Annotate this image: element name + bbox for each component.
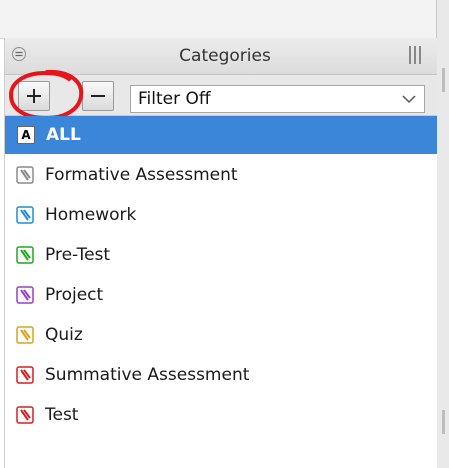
filter-value: Filter Off bbox=[138, 89, 211, 109]
list-item-label: Quiz bbox=[45, 325, 83, 345]
category-list: A ALL Formative Assessment Homework Pre-Test… bbox=[5, 116, 437, 468]
list-item-label: Pre-Test bbox=[45, 245, 111, 265]
list-item[interactable]: A ALL bbox=[5, 116, 437, 154]
add-category-button[interactable] bbox=[18, 81, 50, 111]
list-item[interactable]: Formative Assessment bbox=[5, 156, 437, 194]
purple-tag-icon bbox=[16, 286, 34, 304]
right-edge bbox=[436, 0, 449, 468]
edge-tick bbox=[442, 68, 445, 92]
panel-header: Categories bbox=[5, 38, 437, 75]
list-item[interactable]: Quiz bbox=[5, 316, 437, 354]
minus-icon bbox=[91, 95, 105, 97]
gray-tag-icon bbox=[16, 166, 34, 184]
remove-category-button[interactable] bbox=[82, 81, 114, 111]
green-tag-icon bbox=[16, 246, 34, 264]
panel-title: Categories bbox=[179, 46, 271, 66]
red-tag-icon bbox=[16, 406, 34, 424]
filter-select[interactable]: Filter Off bbox=[130, 85, 425, 113]
list-item[interactable]: Project bbox=[5, 276, 437, 314]
grip-icon[interactable] bbox=[409, 46, 425, 66]
plus-icon bbox=[27, 89, 41, 103]
list-item[interactable]: Homework bbox=[5, 196, 437, 234]
chevron-down-icon bbox=[402, 95, 416, 104]
list-item[interactable]: Pre-Test bbox=[5, 236, 437, 274]
all-icon: A bbox=[17, 126, 35, 144]
top-strip bbox=[0, 0, 436, 39]
list-item-label: Project bbox=[45, 285, 104, 305]
list-item[interactable]: Test bbox=[5, 396, 437, 434]
red-tag-icon bbox=[16, 366, 34, 384]
blue-tag-icon bbox=[16, 206, 34, 224]
list-item-label: Test bbox=[45, 405, 79, 425]
list-item-label: Summative Assessment bbox=[45, 365, 250, 385]
list-item-label: ALL bbox=[46, 125, 81, 145]
categories-panel: Categories Filter Off A ALL Formative Asse… bbox=[4, 38, 437, 468]
list-item-label: Formative Assessment bbox=[45, 165, 238, 185]
list-item[interactable]: Summative Assessment bbox=[5, 356, 437, 394]
list-item-label: Homework bbox=[45, 205, 137, 225]
yellow-tag-icon bbox=[16, 326, 34, 344]
toolbar: Filter Off bbox=[5, 69, 437, 121]
edge-tick bbox=[442, 410, 445, 434]
collapse-icon[interactable] bbox=[11, 46, 27, 62]
